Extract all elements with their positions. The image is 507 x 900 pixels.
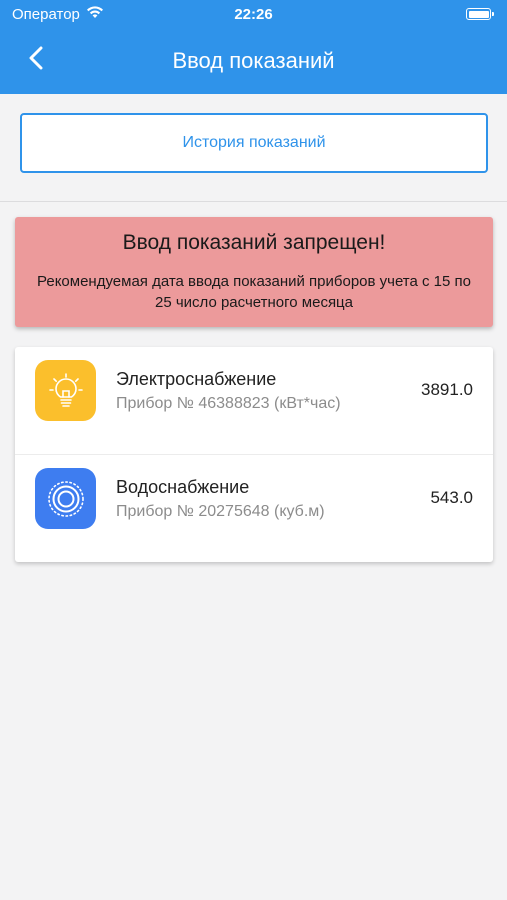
back-button[interactable] xyxy=(18,42,54,78)
battery-icon xyxy=(466,8,494,20)
meter-value: 3891.0 xyxy=(421,380,473,399)
meter-name: Водоснабжение xyxy=(116,477,250,497)
page-title: Ввод показаний xyxy=(172,48,335,73)
meter-row-electricity[interactable]: Электроснабжение Прибор № 46388823 (кВт*… xyxy=(15,347,493,454)
app-header: Оператор 22:26 Ввод показаний xyxy=(0,0,507,94)
meters-list: Электроснабжение Прибор № 46388823 (кВт*… xyxy=(15,347,493,562)
chevron-left-icon xyxy=(29,46,43,75)
warning-title: Ввод показаний запрещен! xyxy=(122,231,386,254)
history-button-label: История показаний xyxy=(182,134,326,151)
meter-device: Прибор № 20275648 (куб.м) xyxy=(116,503,325,520)
lightbulb-icon xyxy=(35,360,96,421)
history-button[interactable]: История показаний xyxy=(20,113,488,173)
status-time: 22:26 xyxy=(234,5,273,23)
meter-value: 543.0 xyxy=(430,488,473,507)
warning-banner: Ввод показаний запрещен! Рекомендуемая д… xyxy=(15,217,493,327)
meter-device: Прибор № 46388823 (кВт*час) xyxy=(116,395,341,412)
meter-name: Электроснабжение xyxy=(116,369,277,389)
meter-row-water[interactable]: Водоснабжение Прибор № 20275648 (куб.м) … xyxy=(15,454,493,561)
divider xyxy=(0,201,507,202)
warning-text: Рекомендуемая дата ввода показаний прибо… xyxy=(37,273,472,311)
nav-bar: Ввод показаний xyxy=(0,28,507,94)
status-bar: Оператор 22:26 xyxy=(0,0,507,28)
water-meter-icon xyxy=(35,468,96,529)
